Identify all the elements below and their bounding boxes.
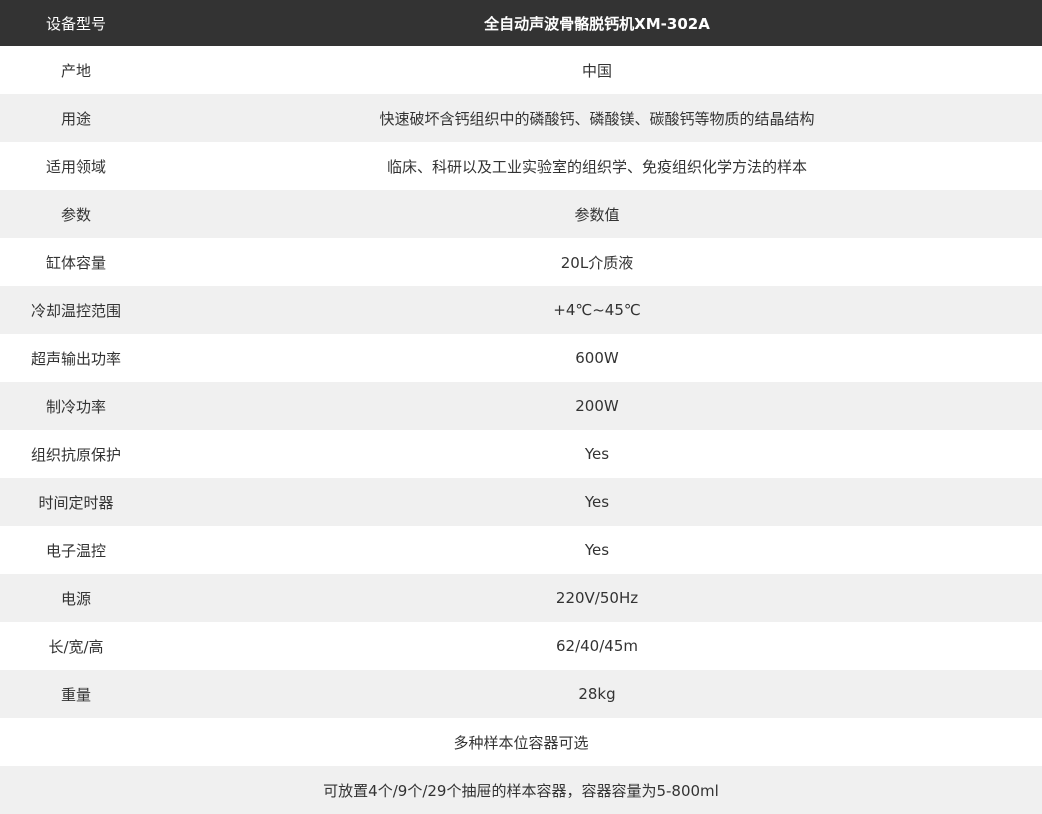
row-value: 200W bbox=[152, 382, 1042, 430]
row-label: 产地 bbox=[0, 46, 152, 94]
row-label: 时间定时器 bbox=[0, 478, 152, 526]
table-row: 适用领域 临床、科研以及工业实验室的组织学、免疫组织化学方法的样本 bbox=[0, 142, 1042, 190]
note-text: 可放置4个/9个/29个抽屉的样本容器，容器容量为5-800ml bbox=[0, 766, 1042, 814]
row-value: 28kg bbox=[152, 670, 1042, 718]
table-row: 组织抗原保护 Yes bbox=[0, 430, 1042, 478]
table-row: 重量 28kg bbox=[0, 670, 1042, 718]
row-value: 220V/50Hz bbox=[152, 574, 1042, 622]
table-row: 缸体容量 20L介质液 bbox=[0, 238, 1042, 286]
row-label: 超声输出功率 bbox=[0, 334, 152, 382]
table-row: 超声输出功率 600W bbox=[0, 334, 1042, 382]
spec-table: 设备型号 全自动声波骨骼脱钙机XM-302A 产地 中国 用途 快速破坏含钙组织… bbox=[0, 0, 1042, 814]
table-row: 电子温控 Yes bbox=[0, 526, 1042, 574]
row-label: 电源 bbox=[0, 574, 152, 622]
row-value: 20L介质液 bbox=[152, 238, 1042, 286]
row-value: Yes bbox=[152, 526, 1042, 574]
row-value: 临床、科研以及工业实验室的组织学、免疫组织化学方法的样本 bbox=[152, 142, 1042, 190]
table-row: 产地 中国 bbox=[0, 46, 1042, 94]
row-label: 参数 bbox=[0, 190, 152, 238]
row-label: 冷却温控范围 bbox=[0, 286, 152, 334]
table-row: 冷却温控范围 +4℃~45℃ bbox=[0, 286, 1042, 334]
row-value: +4℃~45℃ bbox=[152, 286, 1042, 334]
note-text: 多种样本位容器可选 bbox=[0, 718, 1042, 766]
row-value: 62/40/45m bbox=[152, 622, 1042, 670]
table-row: 制冷功率 200W bbox=[0, 382, 1042, 430]
row-label: 制冷功率 bbox=[0, 382, 152, 430]
row-label: 缸体容量 bbox=[0, 238, 152, 286]
header-label: 设备型号 bbox=[0, 0, 152, 46]
row-label: 适用领域 bbox=[0, 142, 152, 190]
note-row: 多种样本位容器可选 bbox=[0, 718, 1042, 766]
row-value: 参数值 bbox=[152, 190, 1042, 238]
row-label: 重量 bbox=[0, 670, 152, 718]
table-row: 电源 220V/50Hz bbox=[0, 574, 1042, 622]
row-label: 电子温控 bbox=[0, 526, 152, 574]
row-value: 中国 bbox=[152, 46, 1042, 94]
table-row: 用途 快速破坏含钙组织中的磷酸钙、磷酸镁、碳酸钙等物质的结晶结构 bbox=[0, 94, 1042, 142]
row-label: 用途 bbox=[0, 94, 152, 142]
table-row: 参数 参数值 bbox=[0, 190, 1042, 238]
row-value: Yes bbox=[152, 430, 1042, 478]
row-value: Yes bbox=[152, 478, 1042, 526]
row-value: 快速破坏含钙组织中的磷酸钙、磷酸镁、碳酸钙等物质的结晶结构 bbox=[152, 94, 1042, 142]
note-row: 可放置4个/9个/29个抽屉的样本容器，容器容量为5-800ml bbox=[0, 766, 1042, 814]
table-row: 长/宽/高 62/40/45m bbox=[0, 622, 1042, 670]
row-value: 600W bbox=[152, 334, 1042, 382]
table-row: 时间定时器 Yes bbox=[0, 478, 1042, 526]
row-label: 长/宽/高 bbox=[0, 622, 152, 670]
table-header-row: 设备型号 全自动声波骨骼脱钙机XM-302A bbox=[0, 0, 1042, 46]
header-model: 全自动声波骨骼脱钙机XM-302A bbox=[152, 0, 1042, 46]
row-label: 组织抗原保护 bbox=[0, 430, 152, 478]
